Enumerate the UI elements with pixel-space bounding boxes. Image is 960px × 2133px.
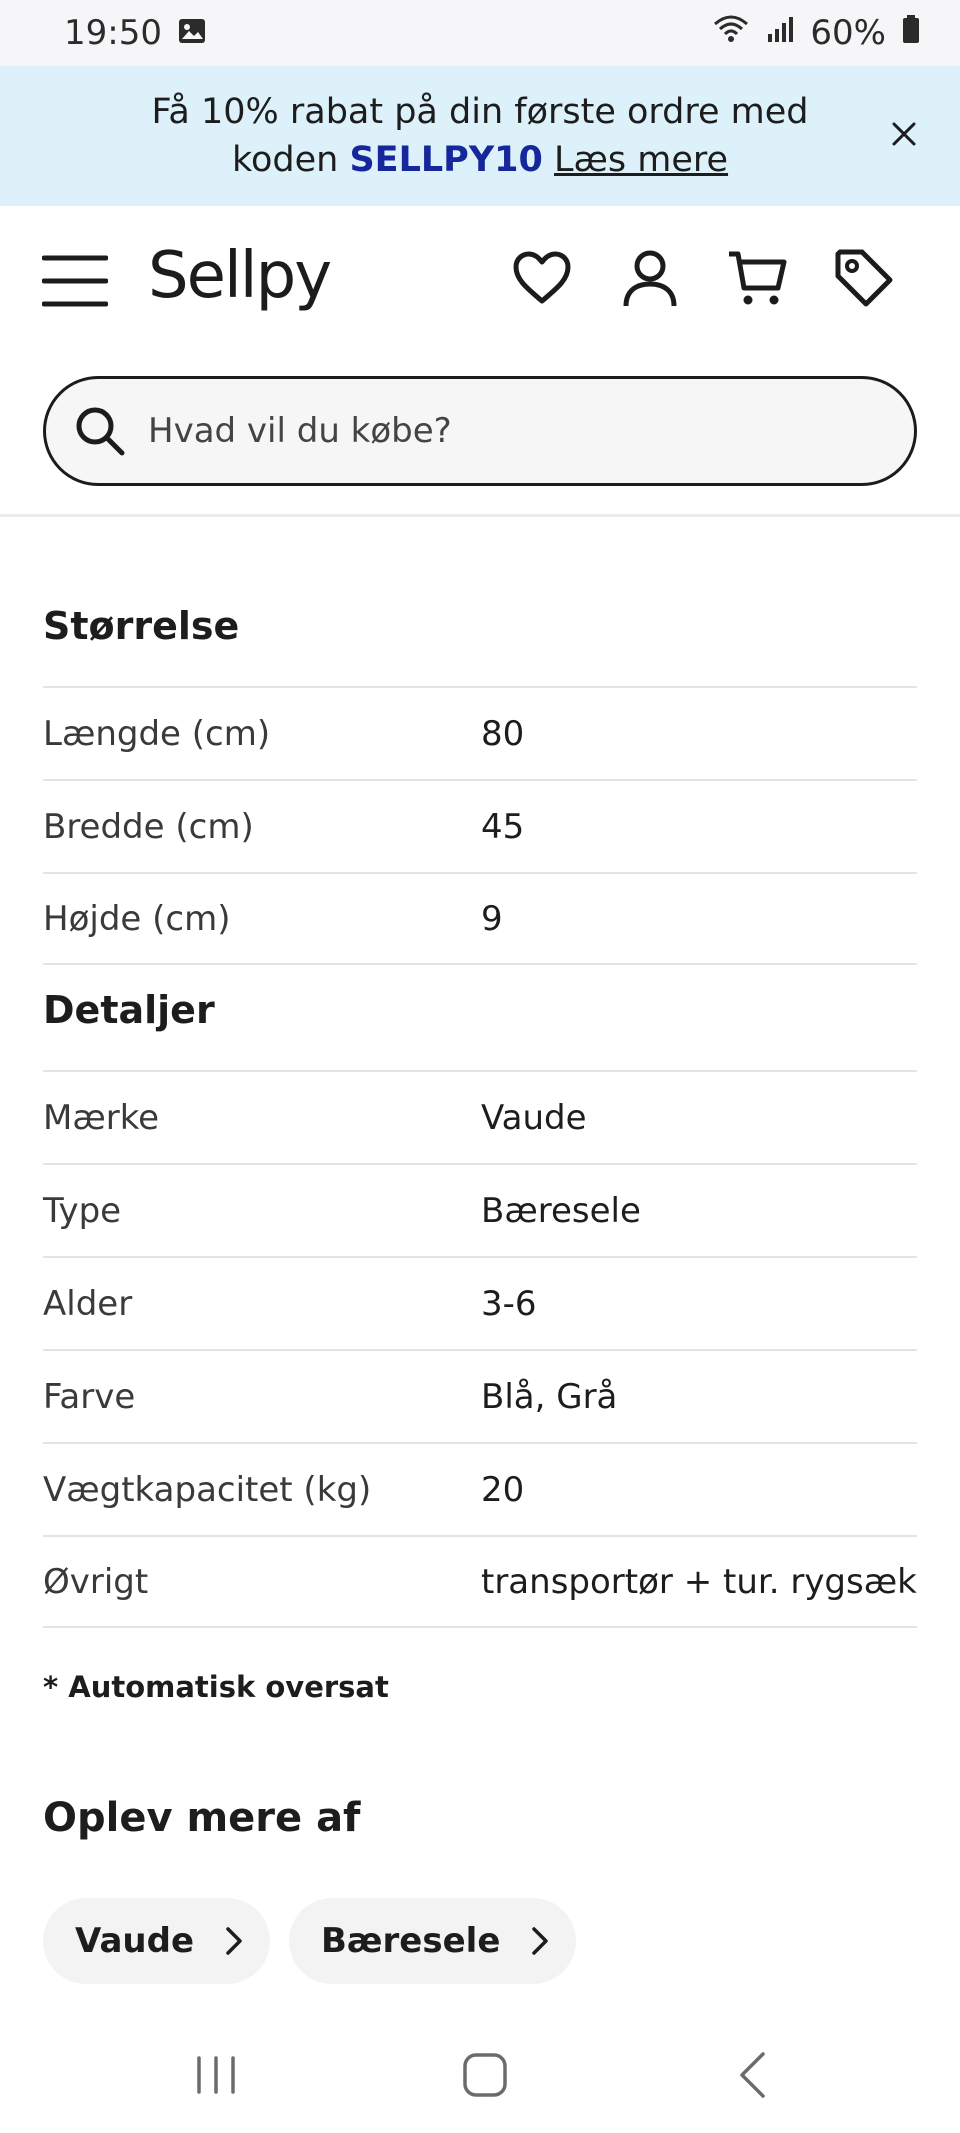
read-more-link[interactable]: Læs mere	[554, 140, 728, 180]
battery-icon	[902, 13, 920, 53]
status-bar: 19:50 60%	[0, 0, 960, 66]
signal-icon	[766, 13, 794, 53]
recent-apps-icon[interactable]	[181, 2040, 251, 2110]
attribute-value: Vaude	[481, 1097, 587, 1138]
attribute-label: Farve	[43, 1376, 136, 1417]
attribute-row: Bredde (cm) 45	[43, 779, 917, 872]
chevron-right-icon	[532, 1927, 549, 1955]
attribute-label: Alder	[43, 1283, 133, 1324]
logo[interactable]: Sellpy	[148, 244, 332, 308]
attribute-label: Type	[43, 1190, 122, 1231]
attribute-row: Farve Blå, Grå	[43, 1349, 917, 1442]
explore-title: Oplev mere af	[43, 1795, 361, 1841]
promo-code: SELLPY10	[349, 140, 543, 180]
promo-line-2: koden SELLPY10 Læs mere	[120, 136, 840, 184]
cart-icon[interactable]	[726, 246, 790, 310]
attribute-row: Højde (cm) 9	[43, 872, 917, 965]
status-right: 60%	[712, 13, 920, 53]
chip-label: Bæresele	[321, 1921, 501, 1961]
attribute-value: 20	[481, 1469, 525, 1510]
attribute-value: 45	[481, 806, 525, 847]
status-left: 19:50	[64, 13, 206, 53]
size-section-title: Størrelse	[43, 604, 240, 648]
attribute-row: Vægtkapacitet (kg) 20	[43, 1442, 917, 1535]
attribute-value: Bæresele	[481, 1190, 641, 1231]
gallery-icon	[178, 13, 206, 53]
user-icon[interactable]	[618, 246, 682, 310]
close-icon[interactable]	[886, 116, 922, 152]
system-nav-bar	[0, 2010, 960, 2133]
attribute-value: Blå, Grå	[481, 1376, 618, 1417]
search-input[interactable]	[146, 410, 850, 452]
back-icon[interactable]	[720, 2040, 790, 2110]
chip-brand[interactable]: Vaude	[43, 1898, 270, 1984]
attribute-value: 80	[481, 713, 525, 754]
promo-banner: Få 10% rabat på din første ordre med kod…	[0, 66, 960, 206]
attribute-label: Vægtkapacitet (kg)	[43, 1469, 372, 1510]
attribute-value: transportør + tur. rygsæk	[481, 1561, 917, 1602]
status-time: 19:50	[64, 13, 162, 53]
attribute-value: 9	[481, 898, 503, 939]
attribute-label: Højde (cm)	[43, 898, 231, 939]
promo-prefix: koden	[231, 140, 350, 180]
sell-tag-icon[interactable]	[832, 246, 896, 310]
chip-label: Vaude	[75, 1921, 194, 1961]
heart-icon[interactable]	[510, 246, 574, 310]
attribute-label: Længde (cm)	[43, 713, 271, 754]
home-icon[interactable]	[450, 2040, 520, 2110]
header-divider	[0, 514, 960, 517]
attribute-row: Mærke Vaude	[43, 1070, 917, 1163]
search-bar[interactable]	[43, 376, 917, 486]
menu-icon[interactable]	[41, 250, 109, 312]
search-icon	[76, 407, 125, 456]
attribute-row: Længde (cm) 80	[43, 686, 917, 779]
chip-type[interactable]: Bæresele	[289, 1898, 577, 1984]
wifi-icon	[712, 13, 750, 53]
attribute-label: Øvrigt	[43, 1561, 149, 1602]
attribute-row: Øvrigt transportør + tur. rygsæk	[43, 1535, 917, 1628]
attribute-label: Mærke	[43, 1097, 160, 1138]
battery-level: 60%	[810, 13, 886, 53]
chevron-right-icon	[226, 1927, 242, 1955]
promo-text: Få 10% rabat på din første ordre med kod…	[120, 88, 840, 184]
translation-note: * Automatisk oversat	[43, 1670, 389, 1704]
promo-line-1: Få 10% rabat på din første ordre med	[151, 92, 809, 132]
site-header: Sellpy	[0, 206, 960, 356]
attribute-value: 3-6	[481, 1283, 537, 1324]
attribute-row: Alder 3-6	[43, 1256, 917, 1349]
attribute-row: Type Bæresele	[43, 1163, 917, 1256]
details-section-title: Detaljer	[43, 988, 215, 1032]
attribute-label: Bredde (cm)	[43, 806, 254, 847]
